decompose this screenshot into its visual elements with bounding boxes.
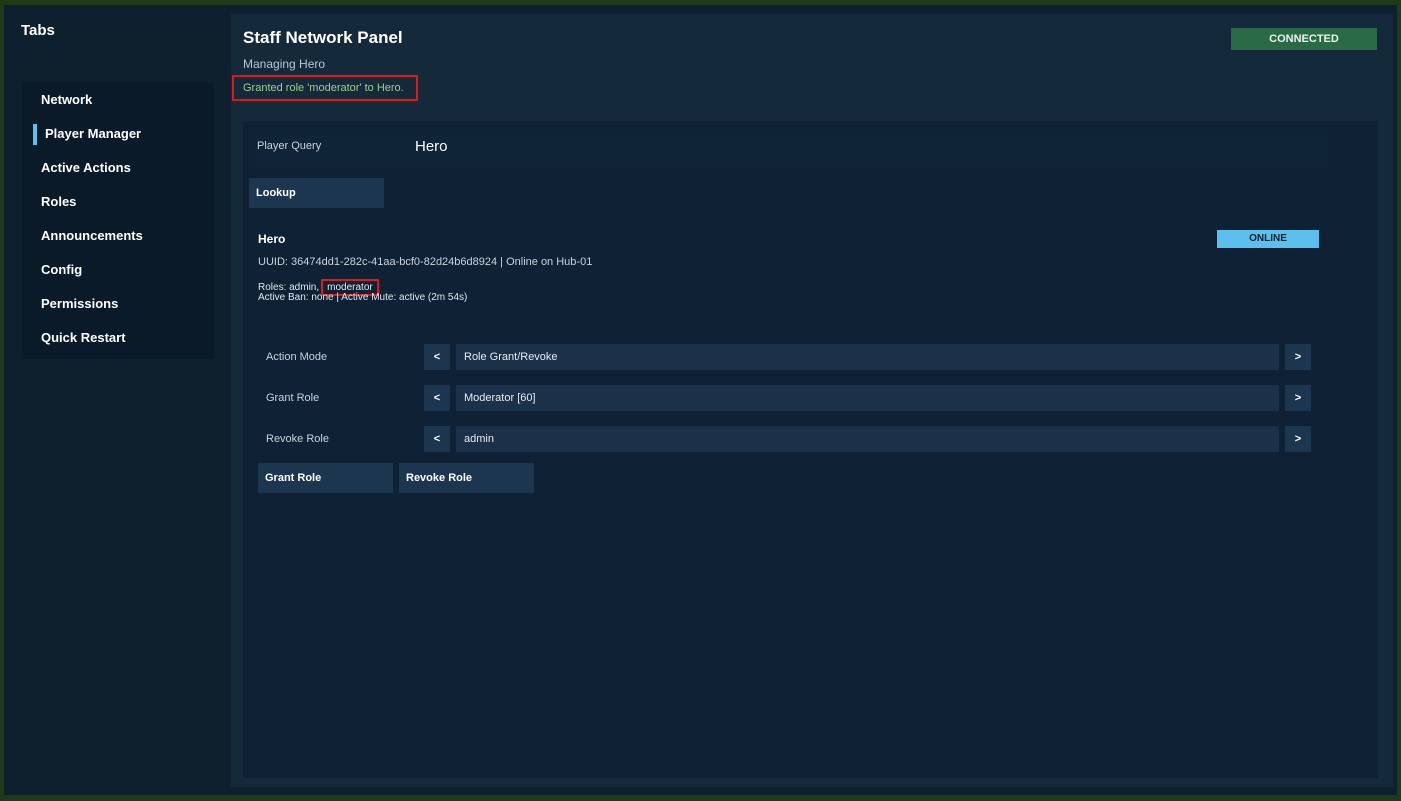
sidebar-item-network[interactable]: Network [41, 90, 92, 110]
revoke-role-next-button[interactable]: > [1285, 426, 1311, 452]
grant-role-prev-button[interactable]: < [424, 385, 450, 411]
sidebar-item-permissions[interactable]: Permissions [41, 294, 118, 314]
sidebar-title: Tabs [21, 22, 55, 39]
revoke-role-label: Revoke Role [266, 433, 329, 445]
action-mode-select[interactable]: Role Grant/Revoke [456, 344, 1279, 370]
sidebar-item-quick-restart[interactable]: Quick Restart [41, 328, 126, 348]
sidebar-item-announcements[interactable]: Announcements [41, 226, 143, 246]
connection-status-badge: CONNECTED [1231, 28, 1377, 50]
lookup-button[interactable]: Lookup [249, 178, 384, 208]
revoke-role-select[interactable]: admin [456, 426, 1279, 452]
ban-mute-line: Active Ban: none | Active Mute: active (… [258, 292, 468, 303]
sidebar-item-player-manager[interactable]: Player Manager [45, 124, 141, 144]
player-query-label: Player Query [257, 140, 322, 152]
action-mode-next-button[interactable]: > [1285, 344, 1311, 370]
page-subtitle: Managing Hero [243, 57, 326, 71]
sidebar-item-roles[interactable]: Roles [41, 192, 76, 212]
grant-role-button[interactable]: Grant Role [258, 463, 393, 493]
online-status-badge: ONLINE [1217, 230, 1319, 248]
grant-role-next-button[interactable]: > [1285, 385, 1311, 411]
status-message: Granted role 'moderator' to Hero. [232, 75, 418, 101]
revoke-role-button[interactable]: Revoke Role [399, 463, 534, 493]
sidebar-list: Network Player Manager Active Actions Ro… [22, 82, 214, 359]
grant-role-label: Grant Role [266, 392, 320, 404]
grant-role-select[interactable]: Moderator [60] [456, 385, 1279, 411]
revoke-role-prev-button[interactable]: < [424, 426, 450, 452]
player-query-input[interactable]: Hero [415, 137, 815, 157]
player-name: Hero [258, 232, 286, 246]
action-mode-label: Action Mode [266, 351, 328, 363]
active-tab-indicator [33, 124, 37, 145]
page-title: Staff Network Panel [243, 28, 403, 47]
sidebar-item-config[interactable]: Config [41, 260, 82, 280]
sidebar-item-active-actions[interactable]: Active Actions [41, 158, 131, 178]
action-mode-prev-button[interactable]: < [424, 344, 450, 370]
player-uuid-line: UUID: 36474dd1-282c-41aa-bcf0-82d24b6d89… [258, 256, 593, 268]
